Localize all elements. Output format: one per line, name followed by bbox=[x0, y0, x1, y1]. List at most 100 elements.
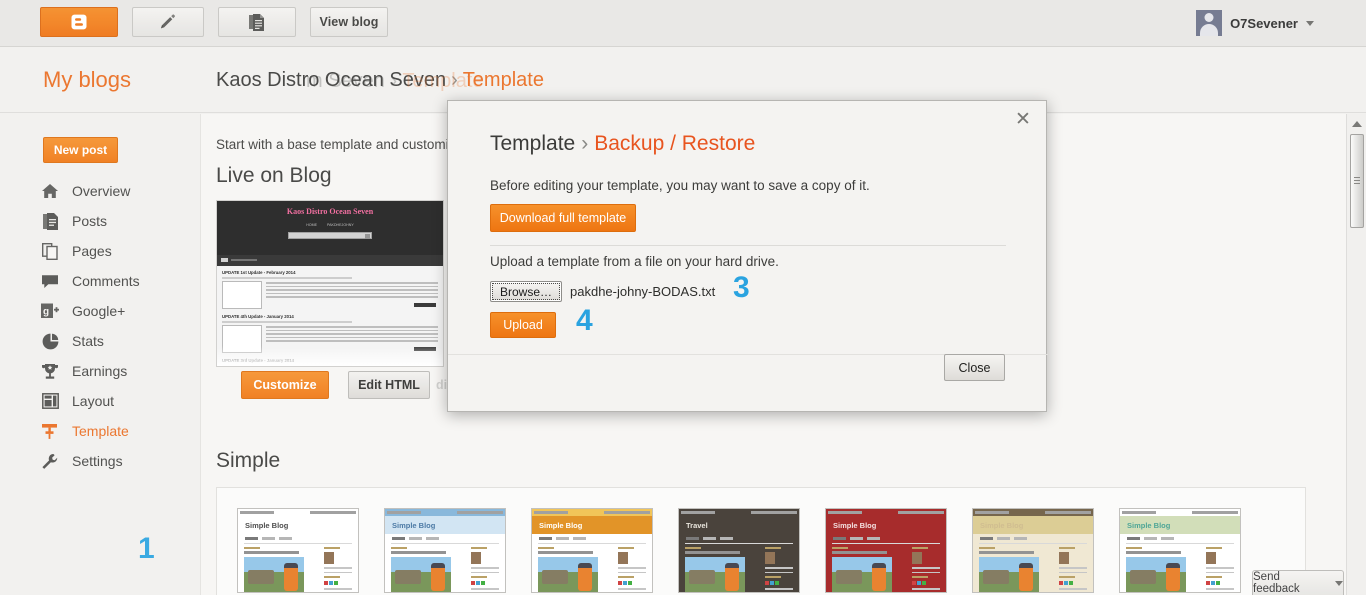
posts-list-button[interactable] bbox=[218, 7, 296, 37]
new-post-button[interactable]: New post bbox=[43, 137, 118, 163]
sidebar-item-label: Template bbox=[72, 423, 129, 439]
close-button[interactable]: Close bbox=[944, 354, 1005, 381]
thumbnail-blog-title: Simple Blog bbox=[238, 516, 358, 534]
comment-bubble-icon bbox=[40, 271, 60, 291]
edit-html-button[interactable]: Edit HTML bbox=[348, 371, 430, 399]
user-name-label: O7Sevener bbox=[1230, 16, 1298, 31]
home-icon bbox=[40, 181, 60, 201]
thumbnail-browser-chrome bbox=[385, 509, 505, 516]
live-on-blog-heading: Live on Blog bbox=[216, 164, 332, 188]
sidebar-item-pages[interactable]: Pages bbox=[40, 236, 200, 266]
vertical-scrollbar[interactable] bbox=[1346, 114, 1366, 595]
template-thumbnail[interactable]: Simple Blog bbox=[972, 508, 1094, 593]
preview-nav-item: PAKDHEJOHNY bbox=[327, 223, 354, 227]
sidebar-item-label: Stats bbox=[72, 333, 104, 349]
thumbnail-blog-title: Simple Blog bbox=[826, 516, 946, 534]
thumbnail-blog-title: Simple Blog bbox=[532, 516, 652, 534]
simple-section-heading: Simple bbox=[216, 449, 280, 473]
preview-post-inner bbox=[222, 281, 438, 309]
scroll-up-arrow-icon[interactable] bbox=[1350, 117, 1364, 131]
template-thumbnail[interactable]: Travel bbox=[678, 508, 800, 593]
blogger-logo-icon[interactable] bbox=[40, 7, 118, 37]
thumbnail-blog-title: Simple Blog bbox=[1120, 516, 1240, 534]
sidebar-item-earnings[interactable]: Earnings bbox=[40, 356, 200, 386]
annotation-marker-1: 1 bbox=[138, 532, 155, 566]
view-blog-button[interactable]: View blog bbox=[310, 7, 388, 37]
preview-search-box bbox=[288, 232, 372, 239]
sidebar-item-label: Pages bbox=[72, 243, 112, 259]
sidebar-item-label: Overview bbox=[72, 183, 130, 199]
chosen-file-name: pakdhe-johny-BODAS.txt bbox=[570, 284, 715, 299]
thumbnail-content bbox=[1120, 547, 1240, 593]
sidebar-item-template[interactable]: Template bbox=[40, 416, 200, 446]
user-avatar-icon bbox=[1196, 10, 1222, 36]
dialog-description: Before editing your template, you may wa… bbox=[490, 178, 870, 193]
download-full-template-label: Download full template bbox=[500, 211, 626, 225]
thumbnail-content bbox=[826, 547, 946, 593]
thumbnail-browser-chrome bbox=[973, 509, 1093, 516]
thumbnail-photo bbox=[244, 557, 304, 593]
new-post-label: New post bbox=[54, 143, 107, 157]
base-template-description: Start with a base template and customize bbox=[216, 137, 463, 152]
ghost-blog-text: m Seven bbox=[306, 70, 385, 92]
wrench-icon bbox=[40, 451, 60, 471]
send-feedback-button[interactable]: Send feedback bbox=[1252, 570, 1344, 595]
customize-button[interactable]: Customize bbox=[241, 371, 329, 399]
sidebar-item-google-plus[interactable]: g Google+ bbox=[40, 296, 200, 326]
template-thumbnail[interactable]: Simple Blog bbox=[825, 508, 947, 593]
download-full-template-button[interactable]: Download full template bbox=[490, 204, 636, 232]
thumbnail-browser-chrome bbox=[679, 509, 799, 516]
thumbnail-browser-chrome bbox=[238, 509, 358, 516]
preview-subbar bbox=[217, 255, 443, 266]
template-thumbnail[interactable]: Simple Blog bbox=[384, 508, 506, 593]
template-thumbnails-panel: Simple Blog Simple Blog Simple Blog Trav… bbox=[216, 487, 1306, 595]
live-blog-preview-thumbnail[interactable]: Kaos Distro Ocean Seven HOME PAKDHEJOHNY… bbox=[216, 200, 444, 367]
sidebar-item-posts[interactable]: Posts bbox=[40, 206, 200, 236]
browse-file-button[interactable]: Browse… bbox=[490, 281, 562, 302]
sidebar-item-settings[interactable]: Settings bbox=[40, 446, 200, 476]
preview-fade-overlay bbox=[217, 346, 443, 366]
thumbnail-browser-chrome bbox=[532, 509, 652, 516]
my-blogs-link[interactable]: My blogs bbox=[43, 67, 131, 93]
sidebar-item-comments[interactable]: Comments bbox=[40, 266, 200, 296]
template-thumbnail[interactable]: Simple Blog bbox=[237, 508, 359, 593]
thumbnail-content bbox=[385, 547, 505, 593]
annotation-marker-4: 4 bbox=[576, 304, 593, 338]
sidebar-item-label: Earnings bbox=[72, 363, 127, 379]
pie-chart-icon bbox=[40, 331, 60, 351]
document-list-icon bbox=[248, 13, 266, 32]
template-thumbnail[interactable]: Simple Blog bbox=[1119, 508, 1241, 593]
thumbnail-content bbox=[532, 547, 652, 593]
layout-grid-icon bbox=[40, 391, 60, 411]
view-blog-label: View blog bbox=[319, 15, 378, 29]
sidebar-item-overview[interactable]: Overview bbox=[40, 176, 200, 206]
sidebar-item-layout[interactable]: Layout bbox=[40, 386, 200, 416]
dialog-title-separator-icon: › bbox=[581, 132, 588, 155]
user-menu[interactable]: O7Sevener bbox=[1196, 8, 1314, 38]
thumbnail-photo bbox=[979, 557, 1039, 593]
sidebar-item-stats[interactable]: Stats bbox=[40, 326, 200, 356]
upload-button[interactable]: Upload bbox=[490, 312, 556, 338]
annotation-marker-3: 3 bbox=[733, 271, 750, 305]
scrollbar-thumb[interactable] bbox=[1350, 134, 1364, 228]
preview-blog-title: Kaos Distro Ocean Seven bbox=[217, 207, 443, 216]
thumbnail-blog-title: Travel bbox=[679, 516, 799, 534]
sidebar-item-label: Google+ bbox=[72, 303, 125, 319]
sidebar-item-label: Comments bbox=[72, 273, 140, 289]
close-icon[interactable]: ✕ bbox=[1012, 110, 1034, 132]
ghost-current-text: Template bbox=[402, 70, 483, 92]
paint-roller-icon bbox=[40, 421, 60, 441]
ghost-separator: › bbox=[391, 70, 398, 92]
dialog-title-parent: Template bbox=[490, 132, 575, 155]
preview-post-meta bbox=[222, 277, 352, 279]
browse-label: Browse… bbox=[500, 285, 552, 299]
new-post-pencil-button[interactable] bbox=[132, 7, 204, 37]
backup-restore-dialog: ✕ Template›Backup / Restore Before editi… bbox=[447, 100, 1047, 412]
close-label: Close bbox=[959, 361, 991, 375]
blogger-logo-icon bbox=[70, 13, 88, 31]
template-thumbnail[interactable]: Simple Blog bbox=[531, 508, 653, 593]
preview-post-lines bbox=[266, 281, 438, 309]
pencil-icon bbox=[158, 12, 178, 32]
chevron-down-icon bbox=[1335, 581, 1343, 586]
thumbnail-blog-title: Simple Blog bbox=[385, 516, 505, 534]
